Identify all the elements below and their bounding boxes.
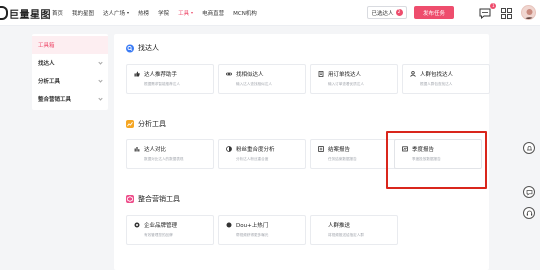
chevron-down-icon <box>191 12 194 14</box>
nav-item-creator-square[interactable]: 达人广场 <box>103 9 130 17</box>
message-button[interactable]: 1 <box>477 3 496 21</box>
notification-float-button[interactable] <box>523 142 535 154</box>
message-icon <box>479 8 491 19</box>
sidebar: 工具箱 找达人 分析工具 整合营销工具 <box>32 34 108 110</box>
headset-icon <box>526 210 532 216</box>
sidebar-item-analysis-tools[interactable]: 分析工具 <box>32 72 108 90</box>
chat-icon <box>526 189 532 196</box>
section-title-analysis-tools: 分析工具 <box>126 119 166 129</box>
nav-item-home[interactable]: 首页 <box>52 9 63 17</box>
dou-icon <box>226 222 232 228</box>
tool-card-brand-management[interactable]: 企业品牌管理 有效管理您的品牌 <box>126 215 214 245</box>
nav-item-ecommerce[interactable]: 电商直营 <box>202 9 224 17</box>
tool-card-dou-plus[interactable]: Dou+上热门 帮视频获得更多曝光 <box>218 215 306 245</box>
selected-count-badge: 2 <box>395 9 403 16</box>
order-icon <box>318 71 324 77</box>
main-nav: 首页 我的星图 达人广场 热榜 学院 工具 电商直营 MCN机构 <box>52 0 266 26</box>
grid-icon <box>500 7 512 19</box>
avatar[interactable] <box>521 5 536 20</box>
tool-card-find-by-order[interactable]: 用订单找达人 输入订单查看优质达人 <box>310 64 398 94</box>
avatar-icon <box>524 9 535 19</box>
quarter-icon <box>402 146 408 152</box>
feedback-float-button[interactable] <box>523 186 535 198</box>
tool-card-audience-push[interactable]: 人群推送 将视频推送给指定人群 <box>310 215 398 245</box>
logo-text: 巨量星图 <box>9 9 51 21</box>
publish-task-button[interactable]: 发布任务 <box>414 6 454 19</box>
brand-icon <box>134 222 140 228</box>
sidebar-item-integrated-marketing[interactable]: 整合营销工具 <box>32 90 108 108</box>
section-title-integrated-marketing: 整合营销工具 <box>126 194 180 204</box>
report-icon <box>318 146 324 152</box>
logo-icon <box>0 6 8 20</box>
bell-icon <box>526 145 532 150</box>
nav-item-tools[interactable]: 工具 <box>178 9 194 17</box>
tool-card-quarterly-report[interactable]: 季度报告 季度投放数据报告 <box>394 139 482 169</box>
chevron-down-icon <box>127 12 130 14</box>
chevron-down-icon <box>98 59 103 65</box>
cube-icon <box>126 195 134 203</box>
tool-card-find-similar[interactable]: 找相似达人 输入达人查找相似达人 <box>218 64 306 94</box>
nav-item-hot-list[interactable]: 热榜 <box>138 9 149 17</box>
sidebar-item-toolbox[interactable]: 工具箱 <box>32 36 108 54</box>
thumb-icon <box>134 71 140 77</box>
nav-item-my-xingtu[interactable]: 我的星图 <box>72 9 94 17</box>
link-icon <box>226 71 232 77</box>
overlap-icon <box>226 146 232 152</box>
tool-card-creator-compare[interactable]: 达人对比 数据对比达人的数据表现 <box>126 139 214 169</box>
tool-card-creator-recommend[interactable]: 达人推荐助手 根据需求智能推荐达人 <box>126 64 214 94</box>
compare-icon <box>134 146 140 152</box>
chart-icon <box>126 120 134 128</box>
person-icon <box>410 71 416 77</box>
search-icon <box>126 44 134 52</box>
section-title-find-creators: 找达人 <box>126 43 159 53</box>
tool-card-final-report[interactable]: 结案报告 任务结案数据报告 <box>310 139 398 169</box>
apps-button[interactable] <box>498 5 514 21</box>
selected-creators-button[interactable]: 已选达人 2 <box>367 6 407 19</box>
tool-panel: 找达人 达人推荐助手 根据需求智能推荐达人 找相似达人 输入达人查找相似达人 用… <box>114 34 490 270</box>
chevron-down-icon <box>98 95 103 101</box>
support-float-button[interactable] <box>523 207 535 219</box>
chevron-down-icon <box>98 77 103 83</box>
message-count-badge: 1 <box>490 3 496 9</box>
nav-item-academy[interactable]: 学院 <box>158 9 169 17</box>
nav-item-mcn[interactable]: MCN机构 <box>233 9 257 17</box>
logo[interactable]: 巨量星图 <box>0 6 51 21</box>
push-icon <box>318 222 324 228</box>
top-bar: 巨量星图 首页 我的星图 达人广场 热榜 学院 工具 电商直营 MCN机构 已选… <box>0 0 540 26</box>
tool-card-find-by-audience[interactable]: 人群包找达人 根据人群包查找达人 <box>402 64 490 94</box>
sidebar-item-find-creators[interactable]: 找达人 <box>32 54 108 72</box>
tool-card-fan-overlap[interactable]: 粉丝重合度分析 分析达人粉丝重合度 <box>218 139 306 169</box>
